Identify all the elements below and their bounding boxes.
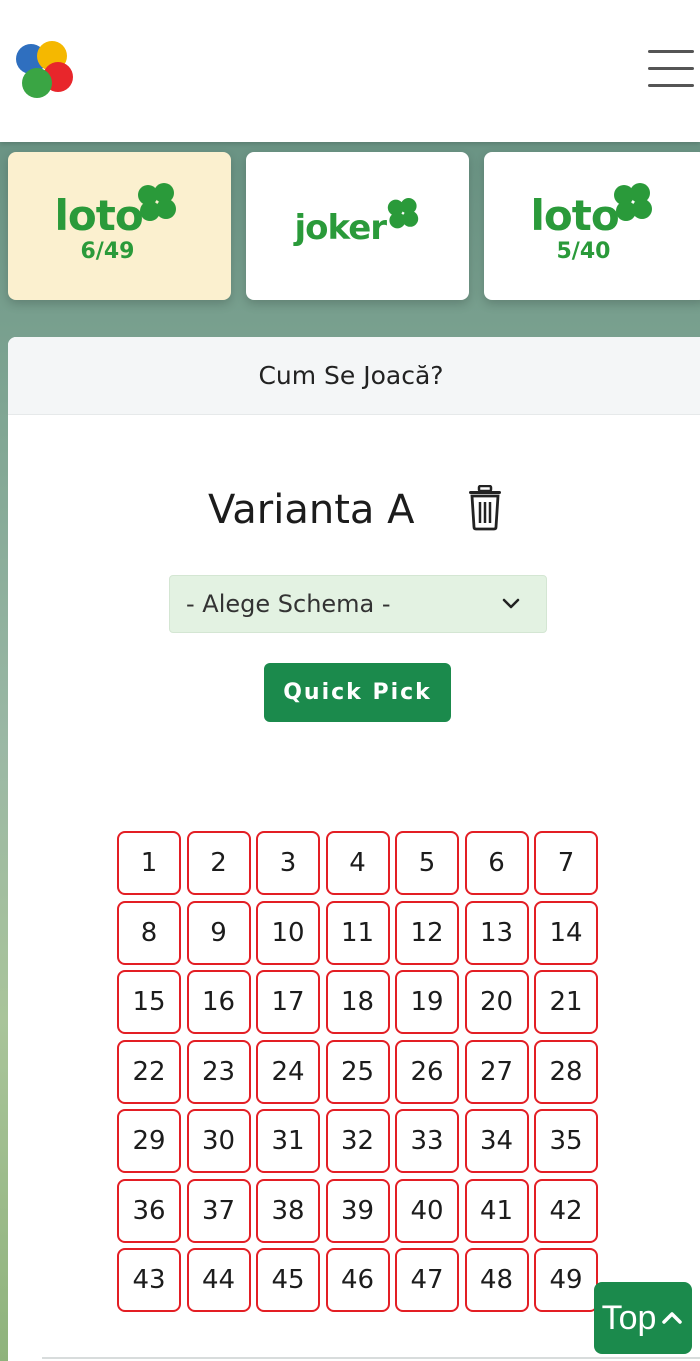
number-cell[interactable]: 30: [186, 1109, 251, 1173]
top-label: Top: [601, 1298, 657, 1337]
number-cell[interactable]: 7: [534, 831, 598, 895]
number-cell[interactable]: 11: [325, 900, 390, 965]
number-cell[interactable]: 32: [325, 1109, 390, 1173]
number-cell[interactable]: 3: [256, 831, 320, 895]
hamburger-menu-icon: [648, 50, 694, 53]
number-cell[interactable]: 14: [534, 900, 598, 965]
number-cell[interactable]: 33: [395, 1109, 459, 1173]
number-cell[interactable]: 28: [534, 1039, 598, 1104]
number-cell[interactable]: 40: [395, 1178, 459, 1243]
number-cell[interactable]: 36: [117, 1178, 181, 1243]
loto-5-40-logo: loto 5/40: [531, 181, 661, 271]
scroll-top-button[interactable]: Top: [594, 1282, 692, 1354]
number-cell[interactable]: 10: [256, 900, 320, 965]
number-cell[interactable]: 15: [117, 970, 181, 1034]
number-cell[interactable]: 2: [186, 831, 251, 895]
number-cell[interactable]: 25: [325, 1039, 390, 1104]
number-cell[interactable]: 4: [325, 831, 390, 895]
number-grid: 1 2 3 4 5 6 7 8 9 10 11 12 13 14 15 16 17 18 19 20 21 22 23 24 2…: [117, 831, 599, 1312]
menu-button[interactable]: [648, 50, 694, 88]
number-cell[interactable]: 13: [464, 900, 529, 965]
game-word: loto: [530, 191, 620, 240]
number-cell[interactable]: 1: [117, 831, 181, 895]
number-cell[interactable]: 5: [395, 831, 459, 895]
number-cell[interactable]: 20: [464, 970, 529, 1034]
number-cell[interactable]: 45: [256, 1248, 320, 1312]
number-cell[interactable]: 19: [395, 970, 459, 1034]
number-cell[interactable]: 41: [464, 1178, 529, 1243]
number-cell[interactable]: 44: [186, 1248, 251, 1312]
number-cell[interactable]: 37: [186, 1178, 251, 1243]
number-cell[interactable]: 27: [464, 1039, 529, 1104]
how-to-play-link[interactable]: Cum Se Joacă?: [8, 337, 700, 415]
number-cell[interactable]: 12: [395, 900, 459, 965]
divider: [42, 1357, 700, 1359]
number-cell[interactable]: 48: [464, 1248, 529, 1312]
number-cell[interactable]: 26: [395, 1039, 459, 1104]
game-number: 5/40: [556, 239, 611, 264]
loto-6-49-logo: loto 6/49: [55, 181, 185, 271]
site-header: [0, 0, 700, 142]
ticket-panel: Cum Se Joacă? Varianta A - Alege Schema …: [8, 337, 700, 1361]
number-cell[interactable]: 39: [325, 1178, 390, 1243]
trash-icon[interactable]: [466, 485, 504, 531]
number-cell[interactable]: 35: [534, 1109, 598, 1173]
number-cell[interactable]: 9: [186, 900, 251, 965]
schema-select[interactable]: - Alege Schema -: [169, 575, 547, 633]
number-cell[interactable]: 29: [117, 1109, 181, 1173]
number-cell[interactable]: 42: [534, 1178, 598, 1243]
game-number: 6/49: [80, 239, 135, 264]
game-word: joker: [294, 208, 388, 248]
number-cell[interactable]: 21: [534, 970, 598, 1034]
chevron-down-icon: [502, 598, 520, 609]
number-cell[interactable]: 49: [534, 1248, 598, 1312]
clover-icon: [387, 198, 418, 229]
number-cell[interactable]: 47: [395, 1248, 459, 1312]
number-cell[interactable]: 6: [464, 831, 529, 895]
lottery-balls-logo[interactable]: [14, 40, 76, 102]
game-word: loto: [54, 191, 144, 240]
game-card-loto-6-49[interactable]: loto 6/49: [8, 152, 231, 300]
chevron-up-icon: [662, 1312, 683, 1324]
quick-pick-button[interactable]: Quick Pick: [264, 663, 451, 722]
number-cell[interactable]: 8: [117, 900, 181, 965]
number-cell[interactable]: 17: [256, 970, 320, 1034]
number-cell[interactable]: 43: [117, 1248, 181, 1312]
joker-logo: joker: [293, 196, 423, 256]
number-cell[interactable]: 46: [325, 1248, 390, 1312]
game-card-loto-5-40[interactable]: loto 5/40: [484, 152, 700, 300]
number-cell[interactable]: 38: [256, 1178, 320, 1243]
number-cell[interactable]: 22: [117, 1039, 181, 1104]
number-cell[interactable]: 18: [325, 970, 390, 1034]
variant-title: Varianta A: [208, 487, 415, 533]
number-cell[interactable]: 31: [256, 1109, 320, 1173]
number-cell[interactable]: 23: [186, 1039, 251, 1104]
number-cell[interactable]: 34: [464, 1109, 529, 1173]
game-card-joker[interactable]: joker: [246, 152, 469, 300]
number-cell[interactable]: 16: [186, 970, 251, 1034]
schema-select-value: - Alege Schema -: [186, 590, 391, 618]
number-cell[interactable]: 24: [256, 1039, 320, 1104]
